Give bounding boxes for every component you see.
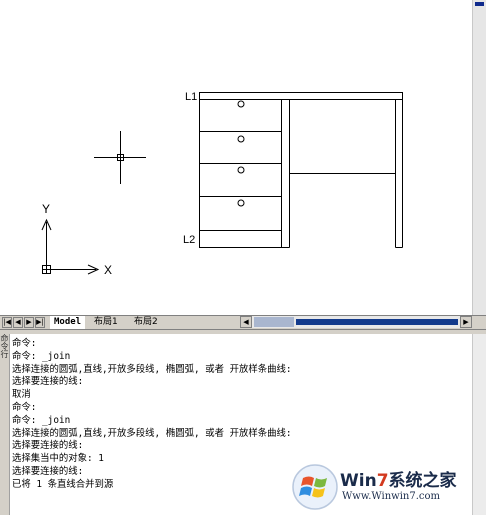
tab-layout2[interactable]: 布局2 xyxy=(130,316,162,329)
command-line: 命令: _join xyxy=(12,350,71,362)
vertical-scrollbar[interactable] xyxy=(472,0,486,315)
desk-top-line xyxy=(199,92,403,100)
command-line: 选择要连接的线: xyxy=(12,376,84,388)
command-window-grip[interactable]: 命令行 xyxy=(0,334,10,515)
command-line: 命令: _join xyxy=(12,414,71,426)
windows-orb-icon xyxy=(292,464,338,510)
ucs-axis-icon xyxy=(41,218,100,275)
watermark-brand: Win7系统之家 xyxy=(340,466,457,491)
label-l1: L1 xyxy=(185,91,197,103)
watermark-url: Www.Winwin7.com xyxy=(342,491,440,502)
drawer-knob-2 xyxy=(237,135,245,143)
drawing-canvas[interactable]: L1 L2 Y X xyxy=(0,0,486,315)
drawer-column xyxy=(199,99,282,248)
watermark-brand-suffix: 系统之家 xyxy=(388,471,457,491)
drawer-knob-4 xyxy=(237,199,245,207)
horizontal-scroll-thumb[interactable] xyxy=(254,317,294,327)
desk-drawing[interactable] xyxy=(199,92,403,248)
command-line: 选择连接的圆弧,直线,开放多段线, 椭圆弧, 或者 开放样条曲线: xyxy=(12,363,292,375)
tab-nav-prev-button[interactable]: ◀ xyxy=(13,317,23,328)
horizontal-scroll-track[interactable] xyxy=(296,319,458,325)
scroll-left-icon[interactable]: ◀ xyxy=(240,316,252,328)
drawer-knob-3 xyxy=(237,166,245,174)
watermark-brand-prefix: Win xyxy=(340,471,377,491)
scroll-right-icon[interactable]: ▶ xyxy=(460,316,472,328)
tab-nav-next-button[interactable]: ▶ xyxy=(24,317,34,328)
vertical-scroll-thumb[interactable] xyxy=(475,2,484,6)
horizontal-scrollbar[interactable]: ◀ ▶ xyxy=(240,316,472,328)
command-line: 命令: xyxy=(12,338,37,349)
watermark-brand-seven: 7 xyxy=(376,471,389,491)
crosshair-cursor-icon xyxy=(94,131,146,184)
command-line: 选择要连接的线: xyxy=(12,440,84,452)
tab-model[interactable]: Model xyxy=(50,316,86,329)
tab-layout1[interactable]: 布局1 xyxy=(90,316,122,329)
command-line: 取消 xyxy=(12,389,31,401)
label-l2: L2 xyxy=(183,234,195,246)
axis-x-label: X xyxy=(104,263,112,277)
command-line: 命令: xyxy=(12,401,37,413)
tab-nav-first-button[interactable]: |◀ xyxy=(2,317,12,328)
drawer-knob-1 xyxy=(237,100,245,108)
tab-nav-last-button[interactable]: ▶| xyxy=(35,317,45,328)
win7-watermark-logo: Win7系统之家 Www.Winwin7.com xyxy=(288,460,486,515)
command-line: 选择连接的圆弧,直线,开放多段线, 椭圆弧, 或者 开放样条曲线: xyxy=(12,427,292,439)
axis-y-label: Y xyxy=(42,202,50,216)
